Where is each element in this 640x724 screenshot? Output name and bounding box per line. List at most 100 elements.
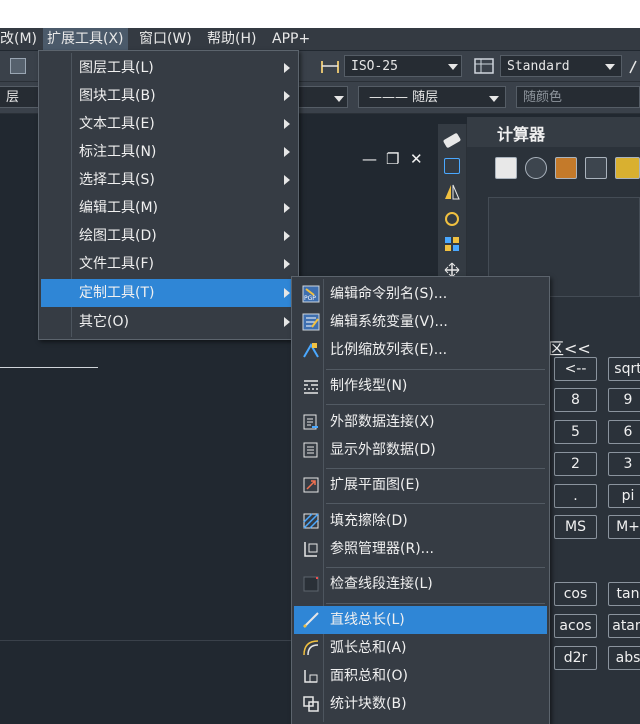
linetype-icon [302, 377, 320, 395]
chevron-right-icon [284, 288, 290, 298]
acos-button[interactable]: acos [554, 614, 597, 638]
table-icon[interactable] [10, 58, 26, 74]
menu-item-block-count[interactable]: 统计块数(B) [294, 690, 547, 718]
memory-store-button[interactable]: MS [554, 515, 597, 539]
menu-item-label: 统计块数(B) [330, 696, 407, 712]
menu-item-check-lines[interactable]: 检查线段连接(L) [294, 570, 547, 598]
sysvar-icon [302, 313, 320, 331]
menu-item-scale-list[interactable]: 比例缩放列表(E)... [294, 336, 547, 364]
menu-item-dimension-tools[interactable]: 标注工具(N) [41, 138, 296, 166]
menu-item-arc-length-sum[interactable]: 弧长总和(A) [294, 634, 547, 662]
cos-button[interactable]: cos [554, 582, 597, 606]
menu-item-line-total-length[interactable]: 直线总长(L) [294, 606, 547, 634]
menu-item-data-link[interactable]: 外部数据连接(X) [294, 408, 547, 436]
minimize-button[interactable]: — [362, 150, 377, 168]
menu-item-label: 比例缩放列表(E)... [330, 342, 448, 358]
clear-icon[interactable] [495, 157, 517, 179]
menu-item-custom-tools[interactable]: 定制工具(T) [41, 279, 296, 307]
menu-item-label: 图块工具(B) [79, 88, 156, 104]
digit-2-button[interactable]: 2 [554, 452, 597, 476]
menu-item-label: 图层工具(L) [79, 60, 154, 76]
history-icon[interactable] [525, 157, 547, 179]
expand-keypad-toggle[interactable]: 区<< [548, 335, 591, 359]
textstyle-icon[interactable] [474, 57, 494, 75]
chevron-right-icon [284, 119, 290, 129]
backspace-button[interactable]: <-- [554, 357, 597, 381]
menu-separator [326, 567, 545, 568]
menu-modify[interactable]: 改(M) [0, 28, 37, 50]
menu-item-label: 直线总长(L) [330, 612, 405, 628]
digit-5-button[interactable]: 5 [554, 420, 597, 444]
pick-point-icon[interactable] [585, 157, 607, 179]
mirror-icon[interactable] [444, 184, 460, 200]
menu-help[interactable]: 帮助(H) [207, 28, 256, 50]
copy-icon[interactable] [444, 158, 460, 174]
multileader-icon[interactable] [628, 57, 640, 75]
restore-button[interactable]: ❐ [386, 150, 399, 168]
menu-item-label: 编辑系统变量(V)... [330, 314, 448, 330]
menu-item-show-data[interactable]: 显示外部数据(D) [294, 436, 547, 464]
menu-separator [326, 369, 545, 370]
menu-separator [326, 603, 545, 604]
menu-item-label: 面积总和(O) [330, 668, 408, 684]
textstyle-select[interactable]: Standard [500, 55, 622, 77]
array-icon[interactable] [444, 236, 460, 252]
menu-item-file-tools[interactable]: 文件工具(F) [41, 250, 296, 278]
menu-item-edit-sysvars[interactable]: 编辑系统变量(V)... [294, 308, 547, 336]
menu-item-label: 编辑工具(M) [79, 200, 159, 216]
menu-item-xref-manager[interactable]: 参照管理器(R)... [294, 535, 547, 563]
linetype-select[interactable]: ——— 随层 [358, 86, 506, 108]
abs-button[interactable]: abs [608, 646, 640, 670]
menu-item-select-tools[interactable]: 选择工具(S) [41, 166, 296, 194]
tan-button[interactable]: tan [608, 582, 640, 606]
digit-3-button[interactable]: 3 [608, 452, 640, 476]
menu-item-hatch-erase[interactable]: 填充擦除(D) [294, 507, 547, 535]
atan-button[interactable]: atan [608, 614, 640, 638]
menu-item-layer-tools[interactable]: 图层工具(L) [41, 54, 296, 82]
get-value-icon[interactable] [555, 157, 577, 179]
menu-item-label: 参照管理器(R)... [330, 541, 435, 557]
chevron-down-icon [489, 96, 499, 102]
menu-app-plus[interactable]: APP+ [272, 28, 310, 50]
dimstyle-icon[interactable] [320, 57, 340, 75]
calculator-title: 计算器 [497, 125, 546, 144]
menu-item-label: 填充擦除(D) [330, 513, 408, 529]
digit-6-button[interactable]: 6 [608, 420, 640, 444]
menu-item-area-sum[interactable]: 面积总和(O) [294, 662, 547, 690]
menu-window[interactable]: 窗口(W) [139, 28, 192, 50]
digit-9-button[interactable]: 9 [608, 388, 640, 412]
menu-extension-tools[interactable]: 扩展工具(X) [43, 28, 128, 50]
check-lines-icon [302, 575, 320, 593]
menu-item-text-tools[interactable]: 文本工具(E) [41, 110, 296, 138]
menu-item-label: 标注工具(N) [79, 144, 157, 160]
menu-item-make-linetype[interactable]: 制作线型(N) [294, 372, 547, 400]
menu-item-edit-tools[interactable]: 编辑工具(M) [41, 194, 296, 222]
distance-icon[interactable] [615, 157, 640, 179]
menu-item-edit-aliases[interactable]: PGP 编辑命令别名(S)... [294, 280, 547, 308]
close-button[interactable]: ✕ [410, 150, 423, 168]
menu-item-block-tools[interactable]: 图块工具(B) [41, 82, 296, 110]
menu-item-other[interactable]: 其它(O) [41, 308, 296, 336]
pi-button[interactable]: pi [608, 484, 640, 508]
menu-item-draw-tools[interactable]: 绘图工具(D) [41, 222, 296, 250]
menu-item-label: 显示外部数据(D) [330, 442, 436, 458]
digit-8-button[interactable]: 8 [554, 388, 597, 412]
line-length-icon [302, 611, 320, 629]
memory-add-button[interactable]: M+ [608, 515, 640, 539]
sqrt-button[interactable]: sqrt [608, 357, 640, 381]
menu-item-expand-plan[interactable]: 扩展平面图(E) [294, 471, 547, 499]
d2r-button[interactable]: d2r [554, 646, 597, 670]
eraser-icon[interactable] [442, 132, 462, 149]
menu-item-label: 制作线型(N) [330, 378, 408, 394]
offset-icon[interactable] [444, 210, 460, 226]
chevron-right-icon [284, 63, 290, 73]
menu-item-label: 外部数据连接(X) [330, 414, 435, 430]
modify-tool-strip [438, 124, 467, 294]
chevron-right-icon [284, 259, 290, 269]
menu-separator [326, 404, 545, 405]
drawing-line [0, 367, 98, 368]
color-select[interactable]: 随颜色 [516, 86, 640, 108]
dimstyle-select[interactable]: ISO-25 [344, 55, 462, 77]
menu-item-label: 绘图工具(D) [79, 228, 157, 244]
decimal-button[interactable]: . [554, 484, 597, 508]
